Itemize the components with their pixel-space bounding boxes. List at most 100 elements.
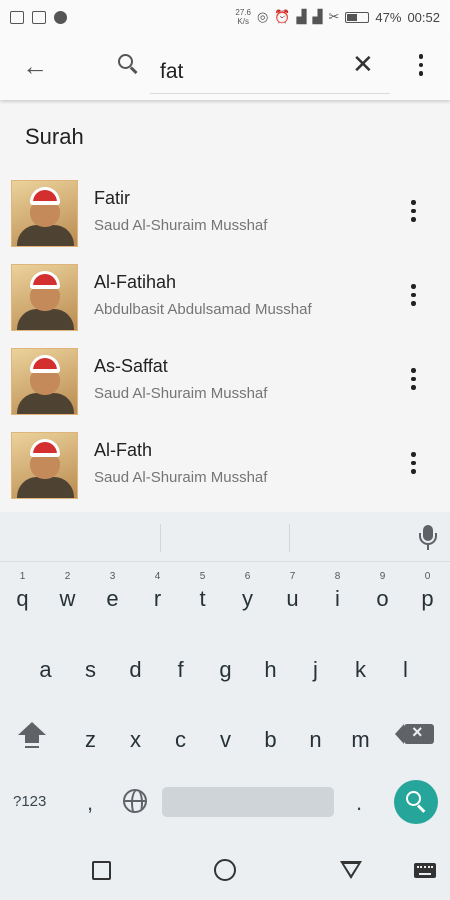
section-title: Surah	[25, 124, 84, 149]
key-char: d	[129, 657, 142, 682]
list-item[interactable]: Al-Fath Saud Al-Shuraim Musshaf	[0, 432, 450, 516]
key-r[interactable]: 4r	[135, 564, 180, 624]
key-t[interactable]: 5t	[180, 564, 225, 624]
symbols-key[interactable]: ?123	[13, 793, 46, 810]
period-key[interactable]: .	[356, 790, 362, 816]
key-v[interactable]: v	[203, 715, 248, 775]
key-hint: 2	[64, 571, 71, 582]
list-item[interactable]: Al-Fatihah Abdulbasit Abdulsamad Musshaf	[0, 264, 450, 348]
key-char: y	[242, 586, 253, 611]
key-q[interactable]: 1q	[0, 564, 45, 624]
key-n[interactable]: n	[293, 715, 338, 775]
app-notification-icon	[54, 10, 67, 24]
close-icon[interactable]: ✕	[352, 51, 374, 77]
key-m[interactable]: m	[338, 715, 383, 775]
more-vert-icon[interactable]	[411, 200, 416, 222]
search-toolbar: ← ✕	[0, 34, 450, 100]
key-char: s	[85, 657, 96, 682]
key-p[interactable]: 0p	[405, 564, 450, 624]
comma-key[interactable]: ,	[87, 790, 93, 816]
key-hint: 9	[379, 571, 386, 582]
key-hint: 1	[19, 571, 26, 582]
signal-icon: ▟	[296, 9, 307, 24]
signal-2-icon: ▟	[312, 9, 323, 24]
keyboard-row-3: zxcvbnm	[0, 715, 450, 785]
key-char: v	[220, 727, 231, 752]
key-h[interactable]: h	[248, 645, 293, 705]
key-z[interactable]: z	[68, 715, 113, 775]
list-item[interactable]: As-Saffat Saud Al-Shuraim Musshaf	[0, 348, 450, 432]
reciter-thumbnail	[11, 432, 78, 499]
key-u[interactable]: 7u	[270, 564, 315, 624]
keyboard-icon[interactable]	[414, 863, 436, 878]
battery-icon	[345, 11, 370, 23]
key-s[interactable]: s	[68, 645, 113, 705]
key-hint: 3	[109, 571, 116, 582]
key-char: x	[130, 727, 141, 752]
key-x[interactable]: x	[113, 715, 158, 775]
system-icons: 27.6 K/s ◎ ⏰ ▟ ▟ ✂ 47% 00:52	[235, 8, 440, 26]
home-icon[interactable]	[214, 859, 236, 881]
key-hint: 0	[424, 571, 431, 582]
status-bar: 27.6 K/s ◎ ⏰ ▟ ▟ ✂ 47% 00:52	[0, 0, 450, 34]
key-char: u	[286, 586, 299, 611]
notification-icons	[10, 10, 67, 24]
key-y[interactable]: 6y	[225, 564, 270, 624]
key-char: h	[264, 657, 277, 682]
key-char: t	[199, 586, 206, 611]
key-d[interactable]: d	[113, 645, 158, 705]
reciter-thumbnail	[11, 264, 78, 331]
key-a[interactable]: a	[23, 645, 68, 705]
more-vert-icon[interactable]	[411, 284, 416, 306]
key-k[interactable]: k	[338, 645, 383, 705]
key-i[interactable]: 8i	[315, 564, 360, 624]
mushaf-subtitle: Saud Al-Shuraim Musshaf	[94, 469, 268, 486]
backspace-icon[interactable]: ×	[395, 722, 434, 744]
key-hint: 4	[154, 571, 161, 582]
surah-title: Al-Fatihah	[94, 272, 177, 292]
clock: 00:52	[407, 9, 440, 25]
key-c[interactable]: c	[158, 715, 203, 775]
keyboard-row-2: a s d f g h jkl	[0, 645, 450, 715]
key-char: e	[106, 586, 119, 611]
back-arrow-icon[interactable]: ←	[22, 53, 48, 79]
mic-icon[interactable]	[419, 525, 437, 551]
recent-apps-icon[interactable]	[92, 861, 111, 880]
gallery-icon	[32, 10, 46, 24]
key-b[interactable]: b	[248, 715, 293, 775]
key-char: q	[16, 586, 29, 611]
search-action-button[interactable]	[394, 780, 438, 824]
more-vert-icon[interactable]	[411, 368, 416, 390]
space-bar[interactable]	[162, 787, 334, 817]
key-w[interactable]: 2w	[45, 564, 90, 624]
more-vert-icon[interactable]	[411, 452, 416, 474]
list-item[interactable]: Fatir Saud Al-Shuraim Musshaf	[0, 180, 450, 264]
key-hint: 8	[334, 571, 341, 582]
key-g[interactable]: g	[203, 645, 248, 705]
key-char: f	[177, 657, 184, 682]
key-j[interactable]: j	[293, 645, 338, 705]
nav-back-icon[interactable]	[340, 861, 362, 879]
reciter-thumbnail	[11, 180, 78, 247]
surah-title: Al-Fath	[94, 440, 153, 460]
battery-percent: 47%	[375, 9, 402, 25]
key-e[interactable]: 3e	[90, 564, 135, 624]
key-char: g	[219, 657, 232, 682]
key-l[interactable]: l	[383, 645, 428, 705]
alarm-icon: ⏰	[274, 9, 291, 24]
key-char: a	[39, 657, 52, 682]
reciter-thumbnail	[11, 348, 78, 415]
key-o[interactable]: 9o	[360, 564, 405, 624]
vibrate-icon: ✂	[328, 9, 340, 24]
suggestion-divider	[160, 524, 161, 552]
key-char: i	[335, 586, 340, 611]
suggestion-strip	[0, 512, 450, 562]
shift-icon[interactable]	[18, 722, 46, 750]
key-f[interactable]: f	[158, 645, 203, 705]
key-hint: 6	[244, 571, 251, 582]
globe-icon[interactable]	[123, 789, 147, 813]
more-vert-icon[interactable]	[418, 54, 424, 76]
key-char: r	[153, 586, 162, 611]
key-char: j	[313, 657, 318, 682]
mushaf-subtitle: Abdulbasit Abdulsamad Musshaf	[94, 301, 312, 318]
